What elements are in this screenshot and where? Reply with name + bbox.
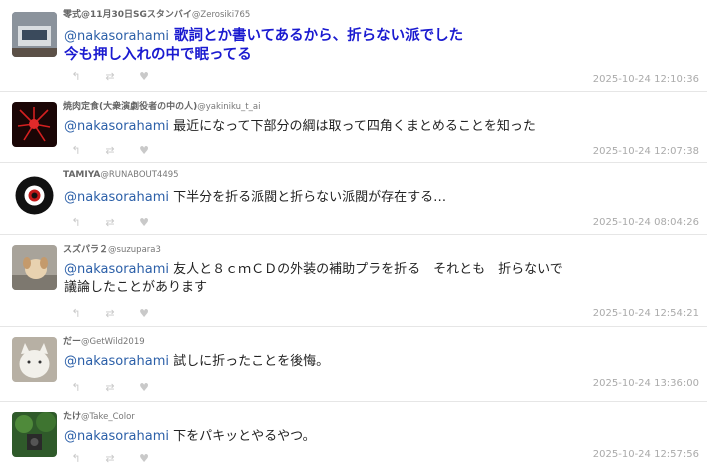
reply-icon[interactable]: ↰ — [70, 70, 82, 83]
reply-item: たけ @Take_Color @nakasorahami 下をパキッとやるやつ。… — [0, 402, 707, 467]
retweet-icon[interactable]: ⇄ — [104, 307, 116, 320]
like-icon[interactable]: ♥ — [138, 70, 150, 83]
timestamp[interactable]: 2025-10-24 12:54:21 — [593, 308, 699, 319]
reply-text: @nakasorahami 友人と８ｃｍＣＤの外装の補助プラを折る それとも 折… — [64, 261, 567, 297]
user-handle[interactable]: @suzupara3 — [108, 245, 161, 255]
reply-icon[interactable]: ↰ — [70, 452, 82, 465]
action-bar: ↰ ⇄ ♥ — [70, 381, 150, 394]
reply-icon[interactable]: ↰ — [70, 144, 82, 157]
mention-link[interactable]: @nakasorahami — [64, 119, 169, 134]
action-bar: ↰ ⇄ ♥ — [70, 70, 150, 83]
mention-link[interactable]: @nakasorahami — [64, 29, 169, 44]
reply-icon[interactable]: ↰ — [70, 307, 82, 320]
reply-text-line: 今も押し入れの中で眠ってる — [64, 47, 252, 63]
reply-text: @nakasorahami 歌詞とか書いてあるから、折らない派でした 今も押し入… — [64, 27, 567, 65]
display-name[interactable]: だー — [63, 334, 81, 347]
reply-item: だー @GetWild2019 @nakasorahami 試しに折ったことを後… — [0, 327, 707, 402]
display-name[interactable]: 零式@11月30日SGスタンバイ — [63, 7, 192, 20]
timestamp[interactable]: 2025-10-24 08:04:26 — [593, 217, 699, 228]
timestamp[interactable]: 2025-10-24 12:07:38 — [593, 146, 699, 157]
display-name[interactable]: たけ — [63, 409, 81, 422]
user-handle[interactable]: @Take_Color — [81, 412, 135, 422]
green-photo-avatar[interactable] — [12, 412, 57, 457]
reply-text: @nakasorahami 最近になって下部分の綱は取って四角くまとめることを知… — [64, 118, 567, 136]
mention-link[interactable]: @nakasorahami — [64, 429, 169, 444]
timestamp[interactable]: 2025-10-24 12:10:36 — [593, 74, 699, 85]
reply-icon[interactable]: ↰ — [70, 381, 82, 394]
reply-header: だー @GetWild2019 — [63, 334, 145, 347]
like-icon[interactable]: ♥ — [138, 216, 150, 229]
mention-link[interactable]: @nakasorahami — [64, 190, 169, 205]
display-name[interactable]: スズパラ２ — [63, 242, 108, 255]
white-cat-avatar[interactable] — [12, 337, 57, 382]
reply-text-line: 友人と８ｃｍＣＤの外装の補助プラを折る それとも 折らないで — [169, 262, 563, 277]
reply-icon[interactable]: ↰ — [70, 216, 82, 229]
reply-text-line: 試しに折ったことを後悔。 — [169, 354, 330, 369]
mention-link[interactable]: @nakasorahami — [64, 262, 169, 277]
user-handle[interactable]: @yakiniku_t_ai — [197, 102, 260, 112]
desk-device-avatar[interactable] — [12, 12, 57, 57]
reply-header: スズパラ２ @suzupara3 — [63, 242, 161, 255]
reply-item: 零式@11月30日SGスタンバイ @Zerosiki765 @nakasorah… — [0, 0, 707, 92]
action-bar: ↰ ⇄ ♥ — [70, 144, 150, 157]
reply-text: @nakasorahami 試しに折ったことを後悔。 — [64, 353, 567, 371]
reply-text-line: 下をパキッとやるやつ。 — [169, 429, 316, 444]
timestamp[interactable]: 2025-10-24 13:36:00 — [593, 378, 699, 389]
reply-header: 焼肉定食(大衆演劇役者の中の人) @yakiniku_t_ai — [63, 99, 260, 112]
reply-header: TAMIYA @RUNABOUT4495 — [63, 170, 179, 180]
reply-text-line: 下半分を折る派閥と折らない派閥が存在する… — [169, 190, 447, 205]
user-handle[interactable]: @Zerosiki765 — [192, 10, 250, 20]
reply-text-line: 歌詞とか書いてあるから、折らない派でした — [169, 28, 464, 44]
like-icon[interactable]: ♥ — [138, 381, 150, 394]
reply-item: スズパラ２ @suzupara3 @nakasorahami 友人と８ｃｍＣＤの… — [0, 235, 707, 327]
retweet-icon[interactable]: ⇄ — [104, 381, 116, 394]
like-icon[interactable]: ♥ — [138, 307, 150, 320]
timestamp[interactable]: 2025-10-24 12:57:56 — [593, 449, 699, 460]
dog-avatar[interactable] — [12, 245, 57, 290]
reply-header: たけ @Take_Color — [63, 409, 135, 422]
reply-feed: 零式@11月30日SGスタンバイ @Zerosiki765 @nakasorah… — [0, 0, 707, 467]
like-icon[interactable]: ♥ — [138, 144, 150, 157]
action-bar: ↰ ⇄ ♥ — [70, 216, 150, 229]
display-name[interactable]: TAMIYA — [63, 170, 100, 180]
user-handle[interactable]: @GetWild2019 — [81, 337, 145, 347]
red-flower-avatar[interactable] — [12, 102, 57, 147]
reply-text-line: 議論したことがあります — [64, 280, 208, 295]
reply-text-line: 最近になって下部分の綱は取って四角くまとめることを知った — [169, 119, 536, 134]
reply-text: @nakasorahami 下をパキッとやるやつ。 — [64, 428, 567, 446]
round-logo-avatar[interactable] — [12, 173, 57, 218]
action-bar: ↰ ⇄ ♥ — [70, 307, 150, 320]
display-name[interactable]: 焼肉定食(大衆演劇役者の中の人) — [63, 99, 197, 112]
reply-item: 焼肉定食(大衆演劇役者の中の人) @yakiniku_t_ai @nakasor… — [0, 92, 707, 163]
action-bar: ↰ ⇄ ♥ — [70, 452, 150, 465]
retweet-icon[interactable]: ⇄ — [104, 70, 116, 83]
reply-header: 零式@11月30日SGスタンバイ @Zerosiki765 — [63, 7, 250, 20]
retweet-icon[interactable]: ⇄ — [104, 144, 116, 157]
retweet-icon[interactable]: ⇄ — [104, 216, 116, 229]
retweet-icon[interactable]: ⇄ — [104, 452, 116, 465]
mention-link[interactable]: @nakasorahami — [64, 354, 169, 369]
reply-text: @nakasorahami 下半分を折る派閥と折らない派閥が存在する… — [64, 189, 567, 207]
user-handle[interactable]: @RUNABOUT4495 — [100, 170, 178, 180]
reply-item: TAMIYA @RUNABOUT4495 @nakasorahami 下半分を折… — [0, 163, 707, 235]
like-icon[interactable]: ♥ — [138, 452, 150, 465]
